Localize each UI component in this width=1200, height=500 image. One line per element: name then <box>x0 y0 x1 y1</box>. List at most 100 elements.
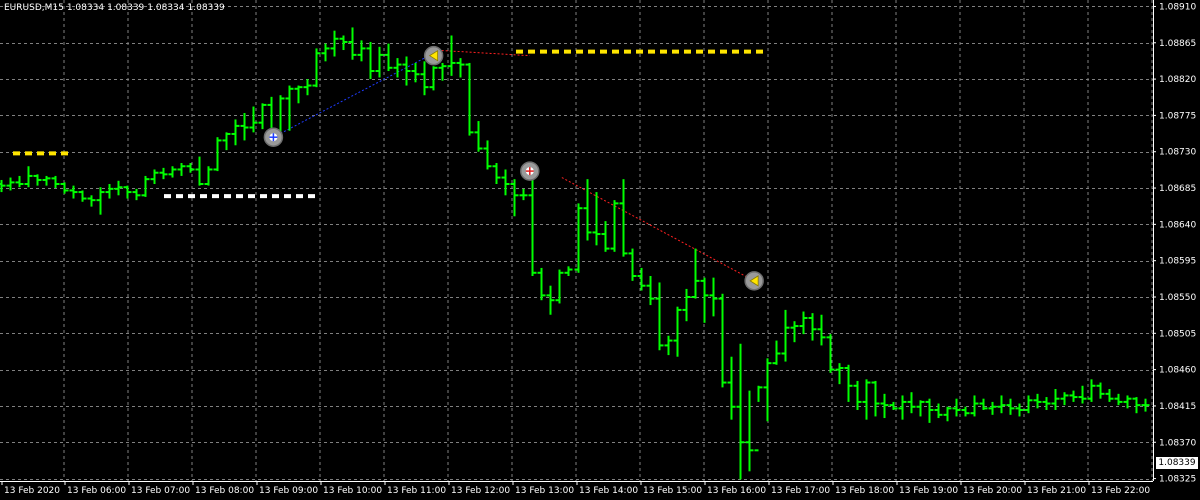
ohlc-bar <box>546 285 555 315</box>
ohlc-bar <box>619 179 628 257</box>
ohlc-bar <box>862 379 871 420</box>
ohlc-bar <box>637 267 646 291</box>
trade-marker-close[interactable] <box>744 271 764 291</box>
ohlc-bar <box>357 40 366 62</box>
ohlc-bar <box>682 288 691 322</box>
ohlc-bar <box>898 395 907 420</box>
x-tick-label: 13 Feb 06:00 <box>67 486 126 496</box>
x-tick-label: 13 Feb 08:00 <box>195 486 254 496</box>
ohlc-bar <box>853 380 862 410</box>
ohlc-bar <box>519 188 528 201</box>
close-price: 1.08339 <box>187 3 225 13</box>
ohlc-bar <box>213 137 222 172</box>
ohlc-bar <box>429 66 438 91</box>
ohlc-bar <box>601 221 610 252</box>
ohlc-bar <box>745 390 754 472</box>
ohlc-bar <box>1141 398 1150 412</box>
ohlc-bar <box>375 46 384 78</box>
y-tick-label: 1.08910 <box>1159 2 1196 12</box>
axes <box>0 0 1154 482</box>
trade-markers[interactable] <box>263 45 764 291</box>
ohlc-bar <box>222 132 231 151</box>
ohlc-bar <box>943 406 952 422</box>
ohlc-bar <box>114 180 123 196</box>
x-tick-label: 13 Feb 20:00 <box>963 486 1022 496</box>
trade-connector-line <box>273 52 434 138</box>
ohlc-bar <box>1042 397 1051 410</box>
ohlc-bar <box>1015 403 1024 417</box>
ohlc-bar <box>456 58 465 78</box>
x-tick-label: 13 Feb 11:00 <box>387 486 446 496</box>
ohlc-bar <box>501 169 510 196</box>
ohlc-bar <box>15 175 24 188</box>
ohlc-bar <box>87 195 96 207</box>
ohlc-bar <box>664 335 673 356</box>
ohlc-bar <box>907 392 916 414</box>
ohlc-bar <box>294 85 303 104</box>
ohlc-bar <box>754 385 763 452</box>
ohlc-bar <box>1024 395 1033 414</box>
trade-lines <box>273 49 755 282</box>
ohlc-bar <box>952 398 961 417</box>
ohlc-bar <box>700 277 709 323</box>
symbol-name: EURUSD,M15 <box>4 3 64 13</box>
ohlc-bar <box>772 340 781 365</box>
x-tick-label: 13 Feb 17:00 <box>771 486 830 496</box>
high-price: 1.08339 <box>107 3 145 13</box>
ohlc-bar <box>186 163 195 173</box>
ohlc-bar <box>132 188 141 201</box>
y-tick-label: 1.08685 <box>1159 184 1196 194</box>
ohlc-bar <box>646 276 655 306</box>
ohlc-bar <box>168 166 177 178</box>
ohlc-bar <box>1105 388 1114 402</box>
ohlc-bar <box>925 398 934 423</box>
ohlc-bar <box>1114 393 1123 406</box>
ohlc-bar <box>574 203 583 273</box>
y-tick-label: 1.08460 <box>1159 366 1196 376</box>
ohlc-bar <box>781 309 790 362</box>
x-tick-label: 13 Feb 15:00 <box>643 486 702 496</box>
x-tick-label: 13 Feb 12:00 <box>451 486 510 496</box>
ohlc-bar <box>709 277 718 317</box>
ohlc-bar <box>961 406 970 417</box>
trade-marker-close[interactable] <box>423 45 444 66</box>
x-tick-label: 13 Feb 09:00 <box>259 486 318 496</box>
y-tick-label: 1.08505 <box>1159 329 1196 339</box>
ohlc-bar <box>763 358 772 422</box>
y-tick-label: 1.08865 <box>1159 39 1196 49</box>
chart-window[interactable]: 1.08910 1.08865 1.08820 1.08775 1.08730 1.086… <box>0 0 1200 500</box>
ohlc-bar <box>979 398 988 410</box>
ohlc-bars <box>0 27 1150 480</box>
x-tick-label: 13 Feb 19:00 <box>899 486 958 496</box>
x-tick-label: 13 Feb 14:00 <box>579 486 638 496</box>
ohlc-bar <box>231 119 240 146</box>
x-tick-label: 13 Feb 07:00 <box>131 486 190 496</box>
ohlc-bar <box>1096 382 1105 399</box>
trade-marker-sell[interactable] <box>520 161 540 181</box>
time-axis-labels: 13 Feb 2020 13 Feb 06:00 13 Feb 07:00 13 Fe… <box>1 481 1150 496</box>
open-price: 1.08334 <box>66 3 105 13</box>
price-chart[interactable]: 1.08910 1.08865 1.08820 1.08775 1.08730 1.086… <box>0 0 1200 500</box>
ohlc-bar <box>997 395 1006 414</box>
ohlc-bar <box>916 400 925 417</box>
ohlc-bar <box>240 112 249 141</box>
ohlc-bar <box>628 248 637 281</box>
ohlc-bar <box>474 121 483 152</box>
x-tick-label: 13 Feb 2020 <box>4 486 60 496</box>
ohlc-bar <box>537 267 546 301</box>
ohlc-bar <box>0 179 6 193</box>
grid <box>0 0 1153 481</box>
trade-marker-buy[interactable] <box>263 127 284 147</box>
y-tick-label: 1.08775 <box>1159 111 1196 121</box>
ohlc-bar <box>384 43 393 72</box>
ohlc-bar <box>555 269 564 304</box>
ohlc-bar <box>438 62 447 81</box>
ohlc-bar <box>447 35 456 76</box>
ohlc-bar <box>817 314 826 346</box>
ohlc-bar <box>321 43 330 62</box>
ohlc-bar <box>826 334 835 373</box>
ohlc-bar <box>592 192 601 246</box>
ohlc-bar <box>78 190 87 202</box>
ohlc-bar <box>51 175 60 189</box>
ohlc-bar <box>411 62 420 83</box>
